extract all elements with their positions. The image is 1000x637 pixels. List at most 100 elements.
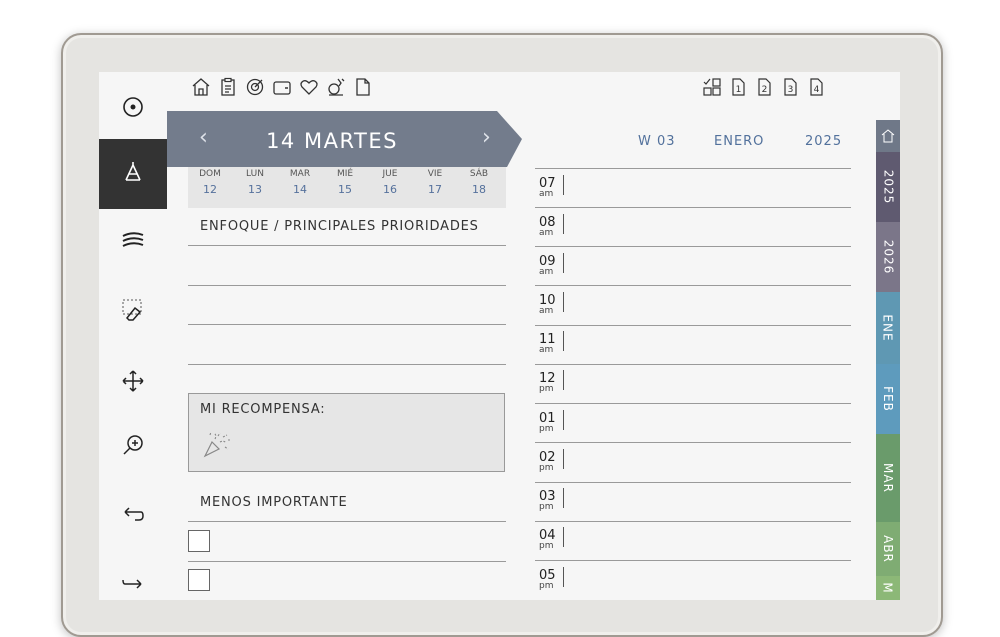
day-jue[interactable]: JUE 16 <box>369 169 411 196</box>
hour-slot[interactable]: 08 am <box>539 216 569 238</box>
hour-period: pm <box>539 463 554 473</box>
record-icon <box>123 97 143 117</box>
reward-box[interactable]: MI RECOMPENSA: <box>188 393 505 472</box>
hour-slot[interactable]: 02 pm <box>539 451 569 473</box>
hour-slot[interactable]: 01 pm <box>539 412 569 434</box>
hour-tick <box>563 410 564 430</box>
hour-tick <box>563 370 564 390</box>
hour-period: am <box>539 189 554 199</box>
hour-tick <box>563 331 564 351</box>
record-button[interactable] <box>99 72 167 142</box>
hour-line <box>535 442 851 443</box>
hour-slot[interactable]: 03 pm <box>539 490 569 512</box>
day-lun[interactable]: LUN 13 <box>234 169 276 196</box>
planner-screen: 1 2 3 4 ‹ 14 MARTES › W 03 ENERO 2025 DO… <box>99 72 900 600</box>
hour-period: pm <box>539 502 554 512</box>
hour-slot[interactable]: 11 am <box>539 333 569 355</box>
day-vie[interactable]: VIE 17 <box>414 169 456 196</box>
clipboard-icon[interactable] <box>218 76 238 98</box>
tab-feb[interactable]: FEB <box>876 364 900 434</box>
hour-line <box>535 325 851 326</box>
day-sab[interactable]: SÁB 18 <box>458 169 500 196</box>
page-4-label: 4 <box>814 85 820 95</box>
tab-ene[interactable]: ENE <box>876 292 900 364</box>
day-number: 18 <box>472 183 486 196</box>
day-name: VIE <box>427 169 443 179</box>
tab-label: 2025 <box>881 169 896 205</box>
day-number: 14 <box>293 183 307 196</box>
tab-label: 2026 <box>881 239 896 275</box>
zoom-button[interactable] <box>99 410 167 480</box>
date-title: 14 MARTES <box>266 129 398 153</box>
day-name: DOM <box>199 169 221 179</box>
eraser-icon <box>122 299 142 321</box>
hour-tick <box>563 253 564 273</box>
tab-label: ENE <box>881 314 896 342</box>
tab-may[interactable]: M <box>876 576 900 600</box>
year-link[interactable]: 2025 <box>805 134 842 149</box>
exercise-bike-icon[interactable] <box>326 76 346 98</box>
hour-slot[interactable]: 04 pm <box>539 529 569 551</box>
hour-tick <box>563 214 564 234</box>
day-mie[interactable]: MIÉ 15 <box>324 169 366 196</box>
hour-line <box>535 207 851 208</box>
move-button[interactable] <box>99 346 167 416</box>
week-day-strip: DOM 12 LUN 13 MAR 14 MIÉ 15 JUE 16 VIE 17 SÁB 1… <box>188 167 506 208</box>
task-checkbox[interactable] <box>188 530 210 552</box>
page-1-icon[interactable]: 1 <box>728 76 748 98</box>
wallet-icon[interactable] <box>272 76 292 98</box>
tool-sidebar <box>99 72 167 600</box>
tab-2026[interactable]: 2026 <box>876 222 900 292</box>
hour-slot[interactable]: 09 am <box>539 255 569 277</box>
page-2-icon[interactable]: 2 <box>754 76 774 98</box>
pen-tool-button[interactable] <box>99 139 167 209</box>
redo-button[interactable] <box>99 547 167 600</box>
priority-line <box>188 245 506 246</box>
priority-line <box>188 324 506 325</box>
hour-period: am <box>539 306 554 316</box>
month-link[interactable]: ENERO <box>714 134 764 149</box>
less-important-title: MENOS IMPORTANTE <box>200 495 348 510</box>
layout-icon[interactable] <box>702 76 722 98</box>
day-number: 17 <box>428 183 442 196</box>
day-number: 12 <box>203 183 217 196</box>
hour-slot[interactable]: 07 am <box>539 177 569 199</box>
task-checkbox[interactable] <box>188 569 210 591</box>
hour-slot[interactable]: 05 pm <box>539 569 569 591</box>
tab-abr[interactable]: ABR <box>876 522 900 576</box>
hour-line <box>535 168 851 169</box>
hour-slot[interactable]: 12 pm <box>539 372 569 394</box>
hour-line <box>535 560 851 561</box>
page-1-label: 1 <box>736 85 742 95</box>
hour-slot[interactable]: 10 am <box>539 294 569 316</box>
undo-button[interactable] <box>99 479 167 549</box>
move-icon <box>122 370 144 392</box>
pen-icon <box>125 162 141 181</box>
hour-line <box>535 364 851 365</box>
tab-home[interactable] <box>876 120 900 152</box>
hour-line <box>535 482 851 483</box>
next-day-arrow[interactable]: › <box>482 125 491 150</box>
line-style-button[interactable] <box>99 205 167 275</box>
eraser-button[interactable] <box>99 275 167 345</box>
hour-tick <box>563 175 564 195</box>
hour-period: am <box>539 228 554 238</box>
target-icon[interactable] <box>245 76 265 98</box>
week-link[interactable]: W 03 <box>638 134 676 149</box>
heart-icon[interactable] <box>299 76 319 98</box>
home-icon[interactable] <box>191 76 211 98</box>
page-template-icons: 1 2 3 4 <box>702 76 826 98</box>
tab-mar[interactable]: MAR <box>876 434 900 522</box>
hour-tick <box>563 567 564 587</box>
day-number: 13 <box>248 183 262 196</box>
document-icon[interactable] <box>353 76 373 98</box>
page-3-icon[interactable]: 3 <box>780 76 800 98</box>
side-tabs: 2025 2026 ENE FEB MAR ABR M <box>876 120 900 600</box>
page-4-icon[interactable]: 4 <box>806 76 826 98</box>
hour-line <box>535 403 851 404</box>
day-dom[interactable]: DOM 12 <box>189 169 231 196</box>
hour-period: pm <box>539 384 554 394</box>
tab-2025[interactable]: 2025 <box>876 152 900 222</box>
hour-period: pm <box>539 581 554 591</box>
day-mar[interactable]: MAR 14 <box>279 169 321 196</box>
